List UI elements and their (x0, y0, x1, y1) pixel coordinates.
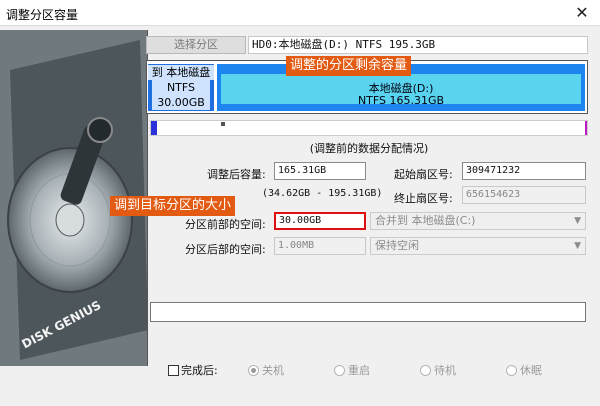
size-after-input[interactable]: 165.31GB (274, 162, 366, 180)
title-bar: 调整分区容量 ✕ (0, 0, 600, 26)
radio-selected-icon (248, 365, 259, 376)
completion-checkbox-label: 完成后: (181, 364, 218, 377)
new-partition-block[interactable]: 到 本地磁盘 NTFS 30.00GB (148, 64, 214, 111)
progress-bar (150, 302, 586, 322)
select-partition-button[interactable]: 选择分区 (146, 36, 246, 54)
before-allocation-bar (150, 120, 588, 136)
size-after-label: 调整后容量: (207, 168, 266, 181)
start-sector-input[interactable]: 309471232 (462, 162, 586, 180)
space-before-select[interactable]: 合并到 本地磁盘(C:) ▼ (370, 212, 586, 230)
end-sector-label: 终止扇区号: (394, 192, 453, 205)
checkbox-icon[interactable] (168, 365, 179, 376)
before-allocation-caption: (调整前的数据分配情况) (309, 142, 429, 155)
space-before-label: 分区前部的空间: (185, 218, 266, 231)
start-sector-label: 起始扇区号: (394, 168, 453, 181)
radio-hibernate-label: 休眠 (520, 364, 542, 377)
radio-restart[interactable]: 重启 (334, 362, 370, 378)
radio-shutdown-label: 关机 (262, 364, 284, 377)
before-end-marker (585, 121, 587, 135)
new-partition-label: 到 本地磁盘 (148, 65, 214, 80)
radio-icon (506, 365, 517, 376)
close-icon[interactable]: ✕ (572, 3, 592, 23)
size-range-text: (34.62GB - 195.31GB) (262, 188, 383, 199)
radio-hibernate[interactable]: 休眠 (506, 362, 542, 378)
space-after-input: 1.00MB (274, 237, 366, 255)
space-before-input[interactable]: 30.00GB (274, 212, 366, 230)
window-title: 调整分区容量 (6, 8, 79, 22)
end-sector-input: 656154623 (462, 186, 586, 204)
before-used-segment (151, 121, 157, 135)
before-marker (221, 122, 225, 126)
chevron-down-icon: ▼ (574, 216, 581, 226)
chevron-down-icon: ▼ (574, 241, 581, 251)
radio-icon (334, 365, 345, 376)
radio-restart-label: 重启 (348, 364, 370, 377)
space-after-select-value: 保持空闲 (375, 239, 419, 252)
completion-checkbox[interactable]: 完成后: (168, 362, 218, 378)
annotation-target-size: 调到目标分区的大小 (110, 196, 236, 216)
radio-shutdown[interactable]: 关机 (248, 362, 284, 378)
space-before-select-value: 合并到 本地磁盘(C:) (375, 214, 476, 227)
radio-icon (420, 365, 431, 376)
new-partition-fs: NTFS (152, 80, 210, 95)
annotation-remaining-capacity: 调整的分区剩余容量 (286, 56, 412, 76)
space-after-select[interactable]: 保持空闲 ▼ (370, 237, 586, 255)
new-partition-size: 30.00GB (152, 95, 210, 110)
main-partition-size: NTFS 165.31GB (357, 94, 445, 107)
radio-standby-label: 待机 (434, 364, 456, 377)
disk-info-field: HD0:本地磁盘(D:) NTFS 195.3GB (248, 36, 588, 54)
space-after-label: 分区后部的空间: (185, 243, 266, 256)
radio-standby[interactable]: 待机 (420, 362, 456, 378)
